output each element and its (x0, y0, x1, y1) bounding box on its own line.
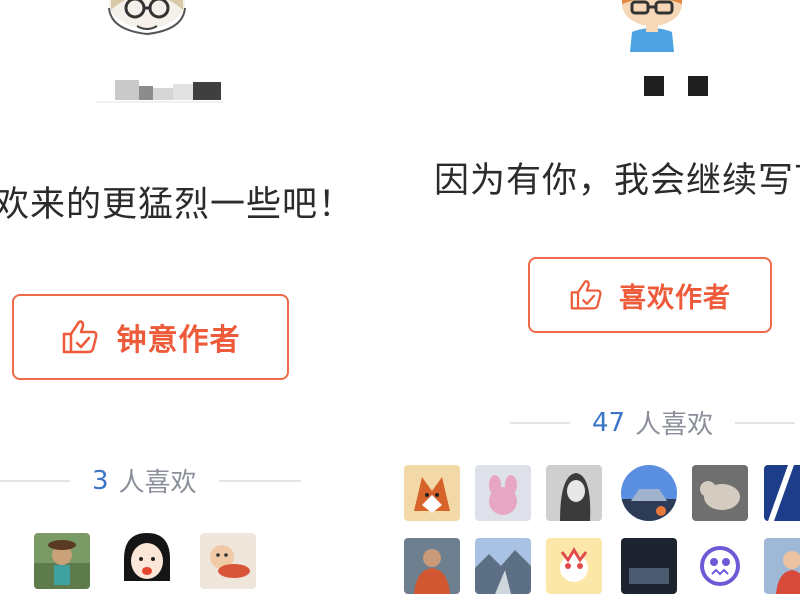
reward-slogan: 因为有你，我会继续写下 (434, 161, 800, 201)
like-author-label: 喜欢作者 (619, 282, 731, 314)
liker-avatar-3[interactable] (200, 533, 256, 589)
likes-count-row: 47 人喜欢 (510, 404, 796, 441)
thumbs-up-icon (569, 279, 603, 311)
cartoon-avatar-glasses-icon[interactable] (105, 0, 189, 48)
likes-count: 47 (592, 407, 626, 438)
cartoon-avatar-orange-hair-icon[interactable] (610, 0, 694, 52)
liker-avatar-1[interactable] (34, 533, 90, 589)
liker-avatar-dark[interactable] (621, 538, 677, 594)
divider-left (0, 479, 70, 482)
liker-avatar-landscape[interactable] (475, 538, 531, 594)
likes-count: 3 (92, 465, 109, 496)
liker-avatar-man[interactable] (404, 538, 460, 594)
liker-avatar-portrait[interactable] (546, 465, 602, 521)
liker-avatar-pink-toy[interactable] (475, 465, 531, 521)
liker-avatar-cat[interactable] (692, 465, 748, 521)
likes-count-row: 3 人喜欢 (0, 462, 301, 499)
liker-avatar-fox[interactable] (404, 465, 460, 521)
likes-suffix: 人喜欢 (118, 468, 197, 498)
liker-avatar-2[interactable] (116, 529, 178, 591)
reward-slogan: 欢来的更猛烈一些吧！ (0, 185, 355, 225)
author-name-redacted (640, 74, 716, 100)
liker-avatar-blue-logo[interactable] (764, 465, 800, 521)
like-author-button[interactable]: 钟意作者 (12, 294, 289, 380)
divider-left (510, 421, 570, 424)
divider-right (735, 421, 796, 424)
divider-right (218, 479, 301, 482)
liker-avatar-car[interactable] (621, 465, 677, 521)
like-author-label: 钟意作者 (116, 323, 241, 358)
liker-avatar-cartoon[interactable] (546, 538, 602, 594)
liker-avatar-monster[interactable] (692, 538, 748, 594)
left-reward-card: 欢来的更猛烈一些吧！ 钟意作者 3 人喜欢 (0, 0, 400, 598)
likes-suffix: 人喜欢 (635, 410, 714, 440)
like-author-button[interactable]: 喜欢作者 (528, 257, 772, 333)
author-name-redacted (95, 78, 225, 104)
liker-avatar-child[interactable] (764, 538, 800, 594)
thumbs-up-icon (61, 319, 99, 355)
right-reward-card: 因为有你，我会继续写下 喜欢作者 47 人喜欢 (400, 0, 800, 598)
